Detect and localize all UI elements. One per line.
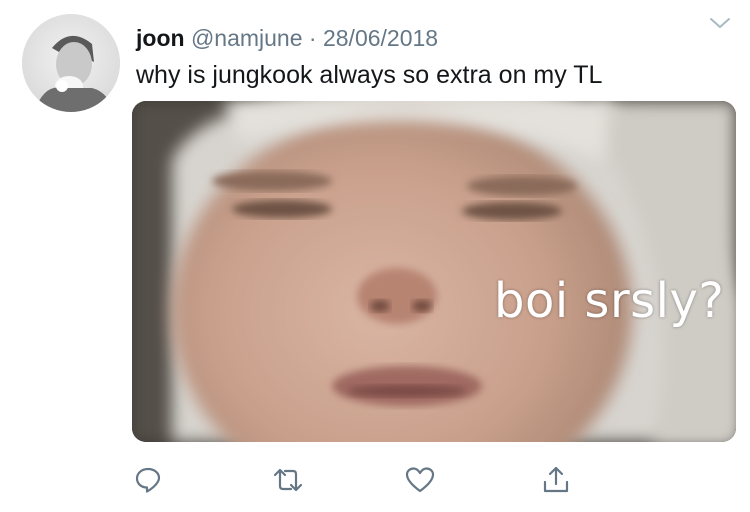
avatar[interactable]: [22, 14, 120, 112]
avatar-image: [22, 14, 120, 112]
retweet-icon[interactable]: [270, 462, 306, 498]
chevron-down-icon[interactable]: [708, 16, 732, 30]
tweet-media[interactable]: boi srsly?: [132, 101, 736, 442]
reply-icon[interactable]: [130, 462, 166, 498]
tweet-header: joon @namjune · 28/06/2018: [136, 23, 438, 53]
media-photo: [132, 101, 736, 442]
tweet-date[interactable]: 28/06/2018: [323, 25, 438, 51]
handle[interactable]: @namjune: [191, 25, 303, 51]
action-bar: [0, 462, 750, 506]
heart-icon[interactable]: [402, 462, 438, 498]
separator: ·: [308, 25, 317, 51]
display-name[interactable]: joon: [136, 25, 185, 51]
meme-caption: boi srsly?: [494, 273, 725, 329]
tweet-text: why is jungkook always so extra on my TL: [136, 61, 603, 89]
share-icon[interactable]: [538, 462, 574, 498]
